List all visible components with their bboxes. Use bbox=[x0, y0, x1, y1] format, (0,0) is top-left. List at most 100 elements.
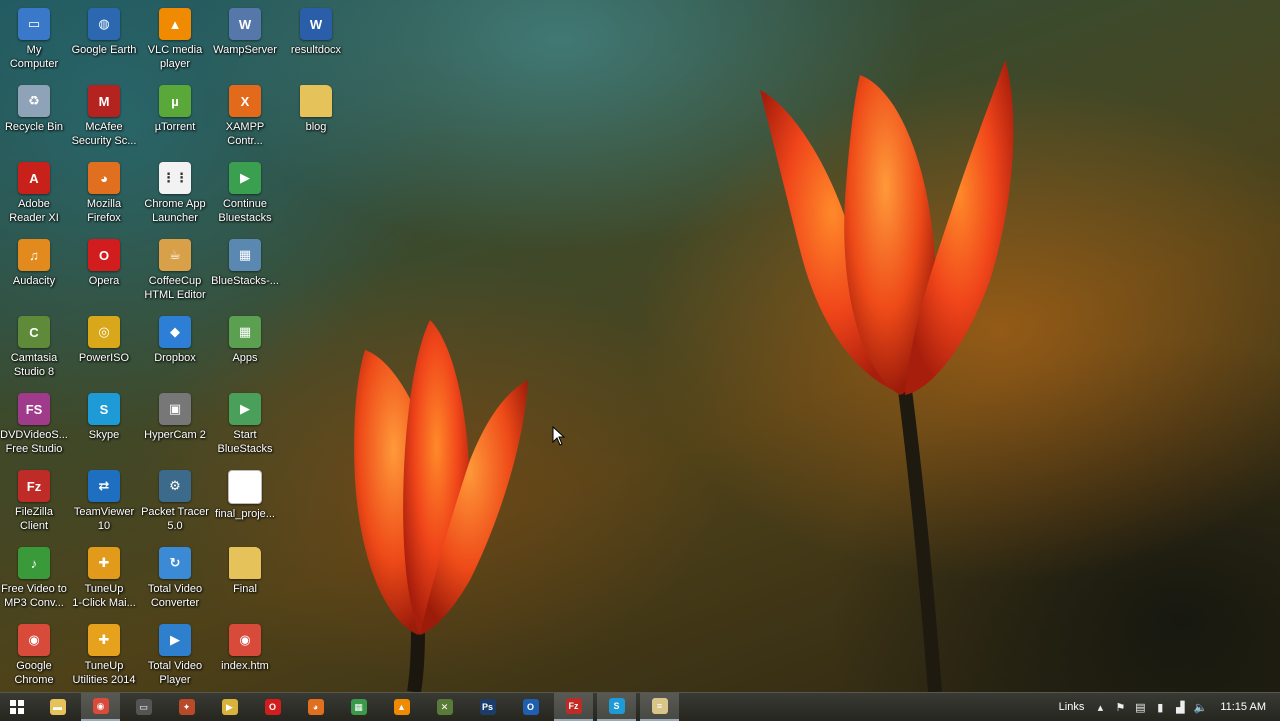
desktop-icon[interactable]: Final bbox=[210, 541, 280, 615]
signal-icon[interactable]: ▟ bbox=[1174, 701, 1186, 714]
camtasia-icon: C bbox=[18, 316, 50, 348]
teamviewer-icon: ⇄ bbox=[88, 470, 120, 502]
coffeecup-icon: ☕ bbox=[159, 239, 191, 271]
taskbar-button-photoshop[interactable]: Ps bbox=[468, 693, 507, 721]
filezilla-icon: Fz bbox=[18, 470, 50, 502]
taskbar-button-outlook[interactable]: O bbox=[511, 693, 550, 721]
desktop-icon-label: Free Video to MP3 Conv... bbox=[1, 583, 67, 609]
poweriso-icon: ◎ bbox=[88, 316, 120, 348]
desktop-icon-label: TuneUp Utilities 2014 bbox=[72, 660, 136, 686]
dropbox-icon: ◆ bbox=[159, 316, 191, 348]
desktop-icon[interactable]: ▭ My Computer bbox=[0, 2, 69, 76]
desktop-icon[interactable]: X XAMPP Contr... bbox=[210, 79, 280, 153]
desktop-icon[interactable]: ☕ CoffeeCup HTML Editor bbox=[140, 233, 210, 307]
desktop-icon-label: Final bbox=[233, 583, 257, 595]
taskbar-button-file-explorer[interactable]: ▬ bbox=[38, 693, 77, 721]
desktop-icon[interactable]: ♪ Free Video to MP3 Conv... bbox=[0, 541, 69, 615]
total-video-player-icon: ▶ bbox=[159, 624, 191, 656]
folder-icon: ▬ bbox=[49, 699, 66, 715]
start-button[interactable] bbox=[0, 693, 34, 721]
free-video-to-mp3-icon: ♪ bbox=[18, 547, 50, 579]
desktop-icon[interactable]: ↻ Total Video Converter bbox=[140, 541, 210, 615]
desktop-icon[interactable]: ▶ Continue Bluestacks bbox=[210, 156, 280, 230]
chevron-up-icon[interactable]: ▴ bbox=[1094, 701, 1106, 714]
desktop-icon[interactable]: ◍ Google Earth bbox=[69, 2, 139, 76]
opera-icon: O bbox=[88, 239, 120, 271]
desktop-icon-label: resultdocx bbox=[290, 44, 342, 56]
taskbar-button-firefox[interactable]: ◕ bbox=[296, 693, 335, 721]
desktop-icon[interactable]: ◕ Mozilla Firefox bbox=[69, 156, 139, 230]
desktop-icon[interactable]: ✚ TuneUp Utilities 2014 bbox=[69, 618, 139, 692]
desktop-icon-label: VLC media player bbox=[147, 44, 203, 70]
desktop-icon[interactable]: ▦ Apps bbox=[210, 310, 280, 384]
clock[interactable]: 11:15 AM bbox=[1220, 701, 1266, 713]
desktop-icon-label: DVDVideoS... Free Studio bbox=[0, 429, 68, 455]
desktop-icon[interactable]: ▶ Start BlueStacks bbox=[210, 387, 280, 461]
desktop-icon[interactable]: S Skype bbox=[69, 387, 139, 461]
desktop-icon[interactable]: C Camtasia Studio 8 bbox=[0, 310, 69, 384]
desktop-icon[interactable]: blog bbox=[281, 79, 351, 153]
taskbar-button-filezilla[interactable]: Fz bbox=[554, 693, 593, 721]
desktop-icon-label: Camtasia Studio 8 bbox=[10, 352, 58, 378]
media-icon: ▶ bbox=[221, 699, 238, 715]
desktop-icon-label: Packet Tracer 5.0 bbox=[141, 506, 209, 532]
desktop-icon[interactable]: ▶ Total Video Player bbox=[140, 618, 210, 692]
tool-icon: ✕ bbox=[436, 699, 453, 715]
battery-icon[interactable]: ▮ bbox=[1154, 701, 1166, 714]
taskbar-button-red-app[interactable]: ✦ bbox=[167, 693, 206, 721]
bluestacks-icon: ▦ bbox=[229, 239, 261, 271]
computer-icon: ▭ bbox=[18, 8, 50, 40]
desktop-icon[interactable]: M McAfee Security Sc... bbox=[69, 79, 139, 153]
links-toolbar[interactable]: Links bbox=[1059, 701, 1085, 713]
desktop-icon[interactable]: ◆ Dropbox bbox=[140, 310, 210, 384]
desktop-icon[interactable]: final_proje... bbox=[210, 464, 280, 538]
desktop-icon[interactable]: Wresultdocx bbox=[281, 2, 351, 76]
taskbar-button-opera[interactable]: O bbox=[253, 693, 292, 721]
taskbar: ▬ ◉ ▭ ✦ ▶ O ◕ ▦ ▲ ✕ Ps O Fz S ≡ Links ▴ ⚑ ▤ ▮ ▟ 🔈 11:15 AM bbox=[0, 692, 1280, 721]
desktop-icon[interactable]: O Opera bbox=[69, 233, 139, 307]
network-icon[interactable]: ▤ bbox=[1134, 701, 1146, 714]
taskbar-button-chrome[interactable]: ◉ bbox=[81, 693, 120, 721]
desktop-icon[interactable]: ⚙ Packet Tracer 5.0 bbox=[140, 464, 210, 538]
desktop-icon-label: PowerISO bbox=[78, 352, 130, 364]
desktop-icon[interactable]: ♻ Recycle Bin bbox=[0, 79, 69, 153]
taskbar-button-notepad[interactable]: ≡ bbox=[640, 693, 679, 721]
app-icon: ✦ bbox=[178, 699, 195, 715]
desktop-icon-label: XAMPP Contr... bbox=[225, 121, 265, 147]
desktop-icon[interactable]: FS DVDVideoS... Free Studio bbox=[0, 387, 69, 461]
desktop-icon[interactable]: ⇄ TeamViewer 10 bbox=[69, 464, 139, 538]
folder-icon bbox=[229, 547, 261, 579]
desktop-icon[interactable]: ✚ TuneUp 1-Click Mai... bbox=[69, 541, 139, 615]
desktop-icon[interactable]: A Adobe Reader XI bbox=[0, 156, 69, 230]
outlook-icon: O bbox=[522, 699, 539, 715]
desktop-icon[interactable]: µ µTorrent bbox=[140, 79, 210, 153]
spreadsheet-icon: ▦ bbox=[350, 699, 367, 715]
taskbar-button-skype[interactable]: S bbox=[597, 693, 636, 721]
desktop-icon[interactable]: ◉ Google Chrome bbox=[0, 618, 69, 692]
desktop-icon[interactable]: W WampServer bbox=[210, 2, 280, 76]
desktop-icon[interactable]: ▦ BlueStacks-... bbox=[210, 233, 280, 307]
desktop-icon-label: BlueStacks-... bbox=[211, 275, 279, 287]
desktop-icon-label: blog bbox=[305, 121, 327, 133]
volume-icon[interactable]: 🔈 bbox=[1193, 701, 1207, 714]
desktop-icon[interactable]: ♫ Audacity bbox=[0, 233, 69, 307]
desktop-icon-label: final_proje... bbox=[215, 508, 275, 520]
taskbar-button-tool-app[interactable]: ✕ bbox=[425, 693, 464, 721]
desktop-icon[interactable]: ◉ index.htm bbox=[210, 618, 280, 692]
flag-icon[interactable]: ⚑ bbox=[1114, 701, 1126, 714]
desktop-icon[interactable]: ◎ PowerISO bbox=[69, 310, 139, 384]
desktop-icon[interactable]: ▣ HyperCam 2 bbox=[140, 387, 210, 461]
taskbar-button-vlc[interactable]: ▲ bbox=[382, 693, 421, 721]
taskbar-button-media-app[interactable]: ▶ bbox=[210, 693, 249, 721]
adobe-reader-icon: A bbox=[18, 162, 50, 194]
taskbar-button-spreadsheet[interactable]: ▦ bbox=[339, 693, 378, 721]
taskbar-pinned-apps: ▬ ◉ ▭ ✦ ▶ O ◕ ▦ ▲ ✕ Ps O Fz S ≡ bbox=[34, 693, 679, 721]
opera-icon: O bbox=[264, 699, 281, 715]
taskbar-button-window-app[interactable]: ▭ bbox=[124, 693, 163, 721]
desktop-icon-label: My Computer bbox=[9, 44, 59, 70]
desktop-icon[interactable]: ▲ VLC media player bbox=[140, 2, 210, 76]
file-icon bbox=[228, 470, 262, 504]
desktop-icon-label: Total Video Converter bbox=[147, 583, 203, 609]
desktop-icon[interactable]: Fz FileZilla Client bbox=[0, 464, 69, 538]
desktop-icon[interactable]: ⋮⋮ Chrome App Launcher bbox=[140, 156, 210, 230]
